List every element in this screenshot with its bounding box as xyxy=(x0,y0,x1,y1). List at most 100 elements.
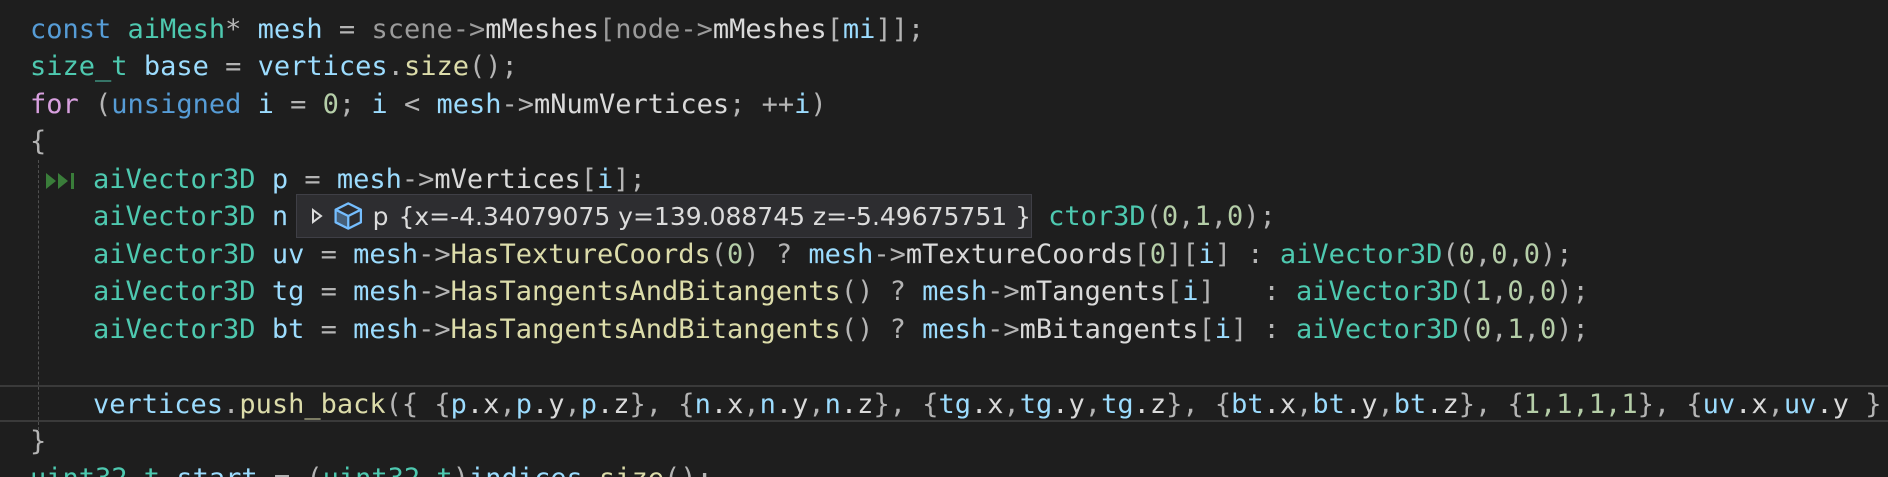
token-variable: i xyxy=(794,89,811,120)
token-punct: , xyxy=(564,389,581,420)
token-type: aiVector3D xyxy=(93,201,256,232)
expand-triangle-icon[interactable] xyxy=(303,194,330,238)
token-variable: mi xyxy=(842,14,876,45)
token-punct: }, { xyxy=(1458,389,1524,420)
token-operator: = xyxy=(322,14,372,45)
code-line-8[interactable]: aiVector3D tg = mesh->HasTangentsAndBita… xyxy=(93,273,1589,310)
token-number: 0 xyxy=(1491,239,1508,270)
token-operator: ? xyxy=(873,276,923,307)
code-line-1[interactable]: const aiMesh* mesh = scene->mMeshes[node… xyxy=(30,11,924,48)
code-line-13[interactable]: uint32_t start = (uint32_t)indices.size(… xyxy=(30,460,713,477)
token-operator: = xyxy=(208,51,258,82)
token-variable: p xyxy=(271,164,289,195)
code-line-5[interactable]: aiVector3D p = mesh->mVertices[i]; xyxy=(93,161,646,198)
code-line-3[interactable]: for (unsigned i = 0; i < mesh->mNumVerti… xyxy=(30,86,827,123)
token-punct: (); xyxy=(664,463,713,477)
token-operator: . xyxy=(387,51,404,82)
token-variable: node xyxy=(615,14,681,45)
token-punct: () xyxy=(840,276,874,307)
token-keyword: unsigned xyxy=(111,89,242,120)
token-punct: }, { xyxy=(629,389,695,420)
token-punct: , xyxy=(1003,389,1020,420)
token-variable: i xyxy=(241,89,274,120)
token-member: .y xyxy=(1816,389,1849,420)
token-variable: n xyxy=(759,389,776,420)
token-type: aiVector3D xyxy=(93,239,256,270)
token-operator: -> xyxy=(418,314,451,345)
token-operator: < xyxy=(387,89,437,120)
token-punct: ] xyxy=(1198,276,1215,307)
code-line-2[interactable]: size_t base = vertices.size(); xyxy=(30,48,518,85)
token-variable: tg xyxy=(938,389,971,420)
token-function: HasTangentsAndBitangents xyxy=(450,314,841,345)
token-punct: , xyxy=(1523,276,1540,307)
token-type: uint32_t xyxy=(323,463,453,477)
token-number: 1 xyxy=(1507,314,1524,345)
token-variable: base xyxy=(143,51,209,82)
token-punct: , xyxy=(1507,239,1524,270)
token-operator: = xyxy=(273,89,323,120)
token-punct: , xyxy=(1296,389,1313,420)
token-number: 0 xyxy=(1161,201,1179,232)
datatip-variable-value[interactable]: {x=-4.34079075 y=139.088745 z=-5.4967575… xyxy=(398,202,1031,231)
code-line-12[interactable]: } xyxy=(30,423,46,460)
token-punct: ; xyxy=(338,89,372,120)
token-type: aiVector3D xyxy=(93,164,256,195)
token-punct: ({ { xyxy=(385,389,451,420)
datatip-variable-name: p xyxy=(372,201,389,231)
token-punct: } }); xyxy=(1865,389,1882,420)
token-punct: , xyxy=(1210,201,1227,232)
token-member: mTextureCoords xyxy=(905,239,1134,270)
code-line-9[interactable]: aiVector3D bt = mesh->HasTangentsAndBita… xyxy=(93,311,1589,348)
token-punct: ][ xyxy=(1166,239,1199,270)
token-member: .z xyxy=(597,389,630,420)
code-line-11[interactable]: vertices.push_back({ {p.x,p.y,p.z}, {n.x… xyxy=(93,386,1888,423)
token-operator: -> xyxy=(401,164,435,195)
token-number: 0 xyxy=(1226,201,1244,232)
token-member: .y xyxy=(775,389,809,420)
token-variable: uv xyxy=(1702,389,1736,420)
token-variable: uv xyxy=(271,239,305,270)
token-variable: i xyxy=(597,164,614,195)
token-punct: ]; xyxy=(613,164,646,195)
code-line-4[interactable]: { xyxy=(30,123,46,160)
token-variable: vertices xyxy=(257,51,388,82)
token-function: push_back xyxy=(239,389,386,420)
debugger-datatip[interactable]: p {x=-4.34079075 y=139.088745 z=-5.49675… xyxy=(296,194,1032,238)
token-variable: i xyxy=(371,89,388,120)
token-variable: i xyxy=(1182,276,1199,307)
token-type: aiVector3D xyxy=(1279,239,1443,270)
token-variable: mesh xyxy=(436,89,502,120)
token-member: .y xyxy=(531,389,565,420)
token-operator: -> xyxy=(418,276,451,307)
token-type: aiVector3D xyxy=(1296,314,1459,345)
code-editor[interactable]: const aiMesh* mesh = scene->mMeshes[node… xyxy=(0,0,1888,477)
token-keyword: for xyxy=(30,89,79,120)
token-punct: [ xyxy=(826,14,843,45)
token-operator: = xyxy=(304,276,354,307)
token-variable: mesh xyxy=(257,14,323,45)
token-number: 0 xyxy=(1149,239,1166,270)
token-punct: ) xyxy=(453,463,469,477)
token-operator: : xyxy=(1214,276,1297,307)
token-punct: [ xyxy=(580,164,597,195)
token-number: 0 xyxy=(1539,276,1557,307)
token-punct: ) xyxy=(810,89,827,120)
token-member: mMeshes xyxy=(485,14,600,45)
token-punct: [ xyxy=(599,14,616,45)
code-line-7[interactable]: aiVector3D uv = mesh->HasTextureCoords(0… xyxy=(93,236,1573,273)
token-punct: }, { xyxy=(873,389,939,420)
token-variable: uv xyxy=(1783,389,1817,420)
token-variable: vertices xyxy=(93,389,224,420)
token-punct: ; ++ xyxy=(729,89,795,120)
token-member: mMeshes xyxy=(712,14,827,45)
token-variable: mesh xyxy=(353,314,419,345)
token-punct: , xyxy=(1491,276,1508,307)
token-variable: n xyxy=(824,389,841,420)
token-variable: mesh xyxy=(353,239,419,270)
token-punct: , xyxy=(808,389,825,420)
token-punct: , xyxy=(1377,389,1394,420)
token-operator: -> xyxy=(987,314,1020,345)
token-variable: p xyxy=(515,389,532,420)
token-operator: : xyxy=(1231,239,1280,270)
